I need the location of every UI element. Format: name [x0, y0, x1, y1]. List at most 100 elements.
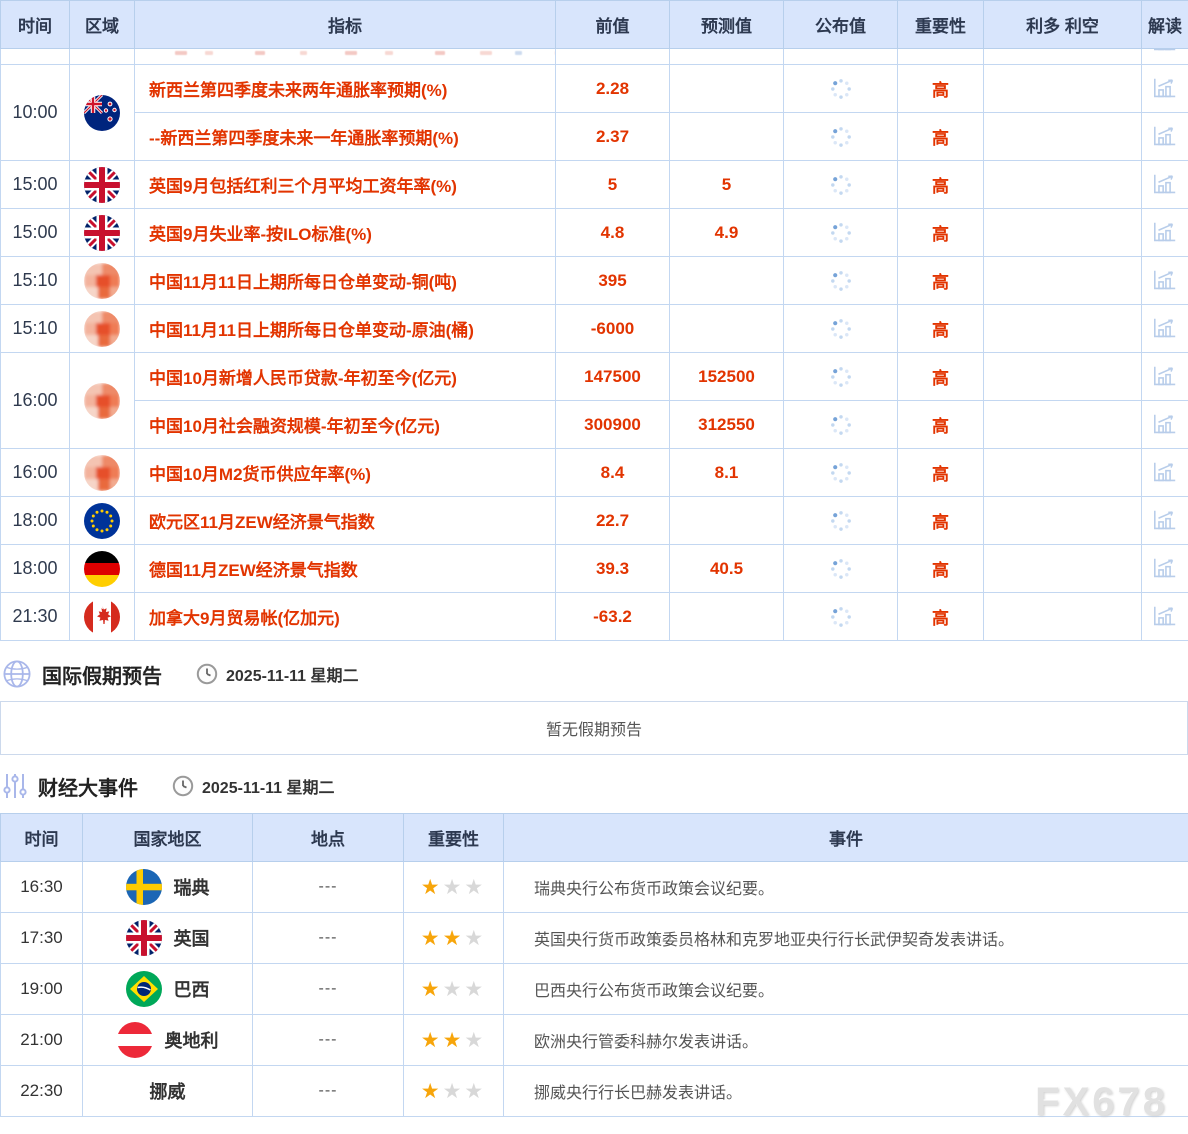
previous-value-cell: 147500 [556, 353, 670, 401]
importance-cell: 高 [898, 257, 984, 305]
region-cell [70, 545, 135, 593]
flag-uk-icon [126, 920, 162, 956]
country-cell: 瑞典 [83, 862, 253, 913]
announced-value-cell [784, 257, 898, 305]
events-section-title: 财经大事件 [38, 772, 138, 801]
region-cell [70, 497, 135, 545]
holiday-section-date: 2025-11-11 星期二 [226, 662, 359, 686]
country-name: 奥地利 [165, 1027, 219, 1053]
loading-spinner-icon [829, 317, 853, 341]
indicator-cell[interactable]: 欧元区11月ZEW经济景气指数 [135, 497, 556, 545]
table-row: 15:00 英国9月包括红利三个月平均工资年率(%)55 高 [1, 161, 1188, 209]
star-filled-icon: ★ [443, 1029, 465, 1052]
indicator-cell[interactable]: 中国10月社会融资规模-年初至今(亿元) [135, 401, 556, 449]
table-row: 17:30 英国---★★★英国央行货币政策委员格林和克罗地亚央行行长武伊契奇发… [1, 913, 1188, 964]
forecast-value-cell: 4.9 [670, 209, 784, 257]
indicator-cell[interactable]: 英国9月失业率-按ILO标准(%) [135, 209, 556, 257]
announced-value-cell [784, 593, 898, 641]
flag-cn-icon [84, 455, 120, 491]
importance-cell: 高 [898, 401, 984, 449]
table-row: 21:00 奥地利---★★★欧洲央行管委科赫尔发表讲话。 [1, 1015, 1188, 1066]
region-cell [70, 65, 135, 161]
chart-icon[interactable] [1152, 220, 1178, 246]
table-row: 21:30 加拿大9月贸易帐(亿加元)-63.2 高 [1, 593, 1188, 641]
partial-cell [984, 49, 1142, 65]
country-cell: 挪威 [83, 1066, 253, 1117]
chart-icon[interactable] [1152, 172, 1178, 198]
forecast-value-cell: 5 [670, 161, 784, 209]
calendar-column-header-4: 预测值 [670, 1, 784, 49]
flag-eu-icon [84, 503, 120, 539]
chart-icon[interactable] [1152, 364, 1178, 390]
location-cell: --- [253, 1066, 404, 1117]
indicator-cell[interactable]: 中国10月新增人民币贷款-年初至今(亿元) [135, 353, 556, 401]
star-empty-icon: ★ [464, 927, 486, 950]
indicator-cell[interactable]: 中国10月M2货币供应年率(%) [135, 449, 556, 497]
calendar-column-header-0: 时间 [1, 1, 70, 49]
star-empty-icon: ★ [443, 876, 465, 899]
events-column-header-1: 国家地区 [83, 814, 253, 862]
previous-value-cell: 8.4 [556, 449, 670, 497]
holiday-section-header: 国际假期预告 2025-11-11 星期二 [0, 659, 1188, 689]
chart-icon[interactable] [1152, 556, 1178, 582]
announced-value-cell [784, 161, 898, 209]
importance-cell: 高 [898, 545, 984, 593]
event-text-cell: 瑞典央行公布货币政策会议纪要。 [504, 862, 1188, 913]
clock-icon [172, 775, 194, 797]
indicator-cell[interactable]: --新西兰第四季度未来一年通胀率预期(%) [135, 113, 556, 161]
equalizer-icon [2, 771, 28, 801]
chart-icon[interactable] [1152, 76, 1178, 102]
partial-cell [784, 49, 898, 65]
previous-value-cell: 5 [556, 161, 670, 209]
bias-cell [984, 593, 1142, 641]
table-row: 18:00 德国11月ZEW经济景气指数39.340.5 高 [1, 545, 1188, 593]
partial-cell [670, 49, 784, 65]
loading-spinner-icon [829, 125, 853, 149]
country-cell: 巴西 [83, 964, 253, 1015]
chart-icon[interactable] [1152, 508, 1178, 534]
chart-icon[interactable] [1152, 460, 1178, 486]
star-filled-icon: ★ [421, 876, 443, 899]
globe-icon [2, 659, 32, 689]
loading-spinner-icon [829, 509, 853, 533]
bias-cell [984, 401, 1142, 449]
time-cell: 18:00 [1, 545, 70, 593]
loading-spinner-icon [829, 269, 853, 293]
interpret-cell [1142, 305, 1188, 353]
indicator-cell[interactable]: 英国9月包括红利三个月平均工资年率(%) [135, 161, 556, 209]
region-cell [70, 257, 135, 305]
chart-icon[interactable] [1152, 268, 1178, 294]
star-empty-icon: ★ [443, 978, 465, 1001]
chart-icon[interactable] [1152, 412, 1178, 438]
chart-icon[interactable] [1152, 316, 1178, 342]
calendar-column-header-8: 解读 [1142, 1, 1188, 49]
star-filled-icon: ★ [421, 1080, 443, 1103]
time-cell: 16:30 [1, 862, 83, 913]
time-cell: 16:00 [1, 449, 70, 497]
calendar-column-header-5: 公布值 [784, 1, 898, 49]
previous-value-cell: 2.28 [556, 65, 670, 113]
interpret-cell [1142, 257, 1188, 305]
chart-icon[interactable] [1152, 49, 1178, 55]
previous-value-cell: 300900 [556, 401, 670, 449]
indicator-cell[interactable]: 中国11月11日上期所每日仓单变动-铜(吨) [135, 257, 556, 305]
loading-spinner-icon [829, 461, 853, 485]
chart-icon[interactable] [1152, 604, 1178, 630]
table-row: 15:10 中国11月11日上期所每日仓单变动-铜(吨)395 高 [1, 257, 1188, 305]
indicator-cell[interactable]: 德国11月ZEW经济景气指数 [135, 545, 556, 593]
indicator-cell[interactable]: 中国11月11日上期所每日仓单变动-原油(桶) [135, 305, 556, 353]
time-cell: 10:00 [1, 65, 70, 161]
events-table: 时间国家地区地点重要性事件16:30 瑞典---★★★瑞典央行公布货币政策会议纪… [0, 813, 1188, 1117]
announced-value-cell [784, 545, 898, 593]
calendar-header-row: 时间区域指标前值预测值公布值重要性利多 利空解读 [1, 1, 1188, 49]
country-name: 挪威 [150, 1078, 186, 1104]
location-cell: --- [253, 913, 404, 964]
bias-cell [984, 497, 1142, 545]
indicator-cell[interactable]: 新西兰第四季度未来两年通胀率预期(%) [135, 65, 556, 113]
indicator-cell[interactable]: 加拿大9月贸易帐(亿加元) [135, 593, 556, 641]
bias-cell [984, 545, 1142, 593]
chart-icon[interactable] [1152, 124, 1178, 150]
country-name: 英国 [174, 925, 210, 951]
importance-cell: 高 [898, 593, 984, 641]
flag-uk-icon [84, 215, 120, 251]
